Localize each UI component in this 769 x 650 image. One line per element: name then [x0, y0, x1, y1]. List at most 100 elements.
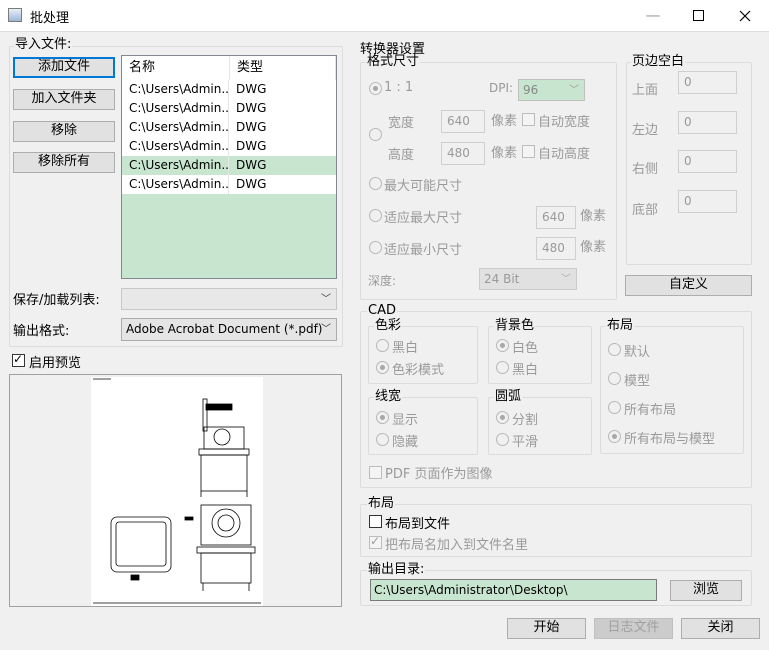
fit-max-px-label: 像素	[580, 209, 607, 224]
maximize-icon	[693, 10, 704, 21]
bw-label: 黑白	[392, 341, 419, 356]
depth-label: 深度:	[368, 274, 397, 288]
margin-left-label: 左边	[632, 123, 659, 138]
format-size-label: 格式尺寸	[366, 54, 421, 69]
custom-button[interactable]: 自定义	[625, 275, 752, 296]
height-field[interactable]: 480	[441, 142, 485, 165]
add-folder-button[interactable]: 加入文件夹	[13, 89, 115, 110]
list-item[interactable]: C:\Users\Admin... DWG	[122, 80, 336, 99]
list-item[interactable]: C:\Users\Admin... DWG	[122, 118, 336, 137]
remove-button[interactable]: 移除	[13, 121, 115, 142]
close-button[interactable]	[722, 0, 768, 31]
preview-pane	[9, 374, 342, 607]
layout-to-file-label: 布局到文件	[385, 517, 451, 532]
arc-label: 圆弧	[494, 389, 523, 404]
remove-all-button[interactable]: 移除所有	[13, 152, 115, 173]
output-format-combo[interactable]: Adobe Acrobat Document (*.pdf) ﹀	[121, 318, 337, 341]
bg-black-radio[interactable]	[496, 361, 509, 374]
bg-white-label: 白色	[512, 341, 539, 356]
margin-right-label: 右侧	[632, 162, 659, 177]
fit-min-radio[interactable]	[369, 241, 382, 254]
bg-white-radio[interactable]	[496, 339, 509, 352]
file-list[interactable]: 名称 类型 C:\Users\Admin... DWG C:\Users\Admi…	[121, 55, 337, 279]
color-label: 色彩	[374, 318, 403, 333]
margins-label: 页边空白	[631, 54, 686, 69]
lw-show-label: 显示	[392, 413, 419, 428]
bg-black-label: 黑白	[512, 363, 539, 378]
fit-min-label: 适应最小尺寸	[384, 243, 463, 258]
arc-group	[488, 397, 592, 455]
minimize-button[interactable]: —	[630, 0, 676, 31]
enable-preview-checkbox[interactable]	[12, 352, 25, 367]
color-mode-label: 色彩模式	[392, 363, 445, 378]
lw-show-radio[interactable]	[376, 411, 389, 424]
width-field[interactable]: 640	[441, 110, 485, 133]
fit-min-field[interactable]: 480	[536, 237, 576, 260]
cad-label: CAD	[367, 303, 397, 318]
margin-right-field[interactable]: 0	[678, 150, 737, 173]
color-mode-radio[interactable]	[376, 361, 389, 374]
start-button[interactable]: 开始	[507, 618, 586, 639]
arc-split-radio[interactable]	[496, 411, 509, 424]
log-file-button[interactable]: 日志文件	[594, 618, 673, 639]
auto-width-checkbox[interactable]	[522, 113, 535, 126]
list-item[interactable]: C:\Users\Admin... DWG	[122, 137, 336, 156]
chevron-down-icon: ﹀	[561, 274, 571, 285]
layout-model-label: 模型	[624, 374, 651, 389]
chevron-down-icon: ﹀	[321, 324, 331, 335]
dpi-label: DPI:	[489, 81, 514, 95]
dpi-combo[interactable]: 96 ﹀	[518, 79, 585, 101]
list-item[interactable]: C:\Users\Admin... DWG	[122, 175, 336, 194]
lw-hide-radio[interactable]	[376, 433, 389, 446]
layout-all-model-radio[interactable]	[608, 430, 621, 443]
column-header-name[interactable]: 名称	[122, 56, 230, 80]
custom-size-radio[interactable]	[369, 128, 382, 141]
add-file-button[interactable]: 添加文件	[13, 57, 115, 78]
save-load-label: 保存/加载列表:	[13, 293, 100, 308]
height-px-label: 像素	[491, 146, 518, 161]
margin-top-label: 上面	[632, 83, 659, 98]
fit-max-field[interactable]: 640	[536, 206, 576, 229]
save-load-combo[interactable]: ﹀	[121, 288, 337, 310]
arc-smooth-label: 平滑	[512, 435, 539, 450]
auto-height-checkbox[interactable]	[522, 145, 535, 158]
pdf-as-image-checkbox[interactable]	[369, 466, 382, 479]
bw-radio[interactable]	[376, 339, 389, 352]
chevron-down-icon: ﹀	[321, 294, 331, 305]
lineweight-group	[368, 397, 478, 455]
layout-default-label: 默认	[624, 345, 651, 360]
browse-button[interactable]: 浏览	[670, 580, 742, 601]
layout-label: 布局	[367, 496, 396, 511]
max-size-radio[interactable]	[369, 177, 382, 190]
layout-default-radio[interactable]	[608, 343, 621, 356]
layout-model-radio[interactable]	[608, 372, 621, 385]
lineweight-label: 线宽	[374, 389, 403, 404]
layout-all-radio[interactable]	[608, 401, 621, 414]
add-layout-name-checkbox[interactable]	[369, 534, 382, 549]
max-size-label: 最大可能尺寸	[384, 179, 463, 194]
close-dialog-button[interactable]: 关闭	[681, 618, 760, 639]
ratio-radio[interactable]	[369, 82, 382, 95]
arc-smooth-radio[interactable]	[496, 433, 509, 446]
column-header-type[interactable]: 类型	[230, 56, 336, 80]
fit-max-label: 适应最大尺寸	[384, 211, 463, 226]
output-dir-field[interactable]: C:\Users\Administrator\Desktop\	[370, 579, 657, 601]
list-item[interactable]: C:\Users\Admin... DWG	[122, 99, 336, 118]
fit-max-radio[interactable]	[369, 209, 382, 222]
pdf-as-image-label: PDF 页面作为图像	[385, 467, 493, 482]
close-icon	[739, 10, 751, 22]
margin-top-field[interactable]: 0	[678, 71, 737, 94]
cad-drawing-thumbnail	[93, 378, 261, 604]
depth-combo[interactable]: 24 Bit ﹀	[479, 268, 577, 290]
enable-preview-label: 启用预览	[29, 356, 82, 371]
margin-left-field[interactable]: 0	[678, 111, 737, 134]
margin-bottom-field[interactable]: 0	[678, 190, 737, 213]
import-group-label: 导入文件:	[14, 37, 73, 52]
arc-split-label: 分割	[512, 413, 539, 428]
layout-to-file-checkbox[interactable]	[369, 515, 382, 528]
output-dir-label: 输出目录:	[367, 562, 426, 577]
layout-all-label: 所有布局	[624, 403, 677, 418]
maximize-button[interactable]	[676, 0, 722, 31]
preview-drawing	[91, 377, 263, 606]
list-item-selected[interactable]: C:\Users\Admin... DWG	[122, 156, 336, 175]
